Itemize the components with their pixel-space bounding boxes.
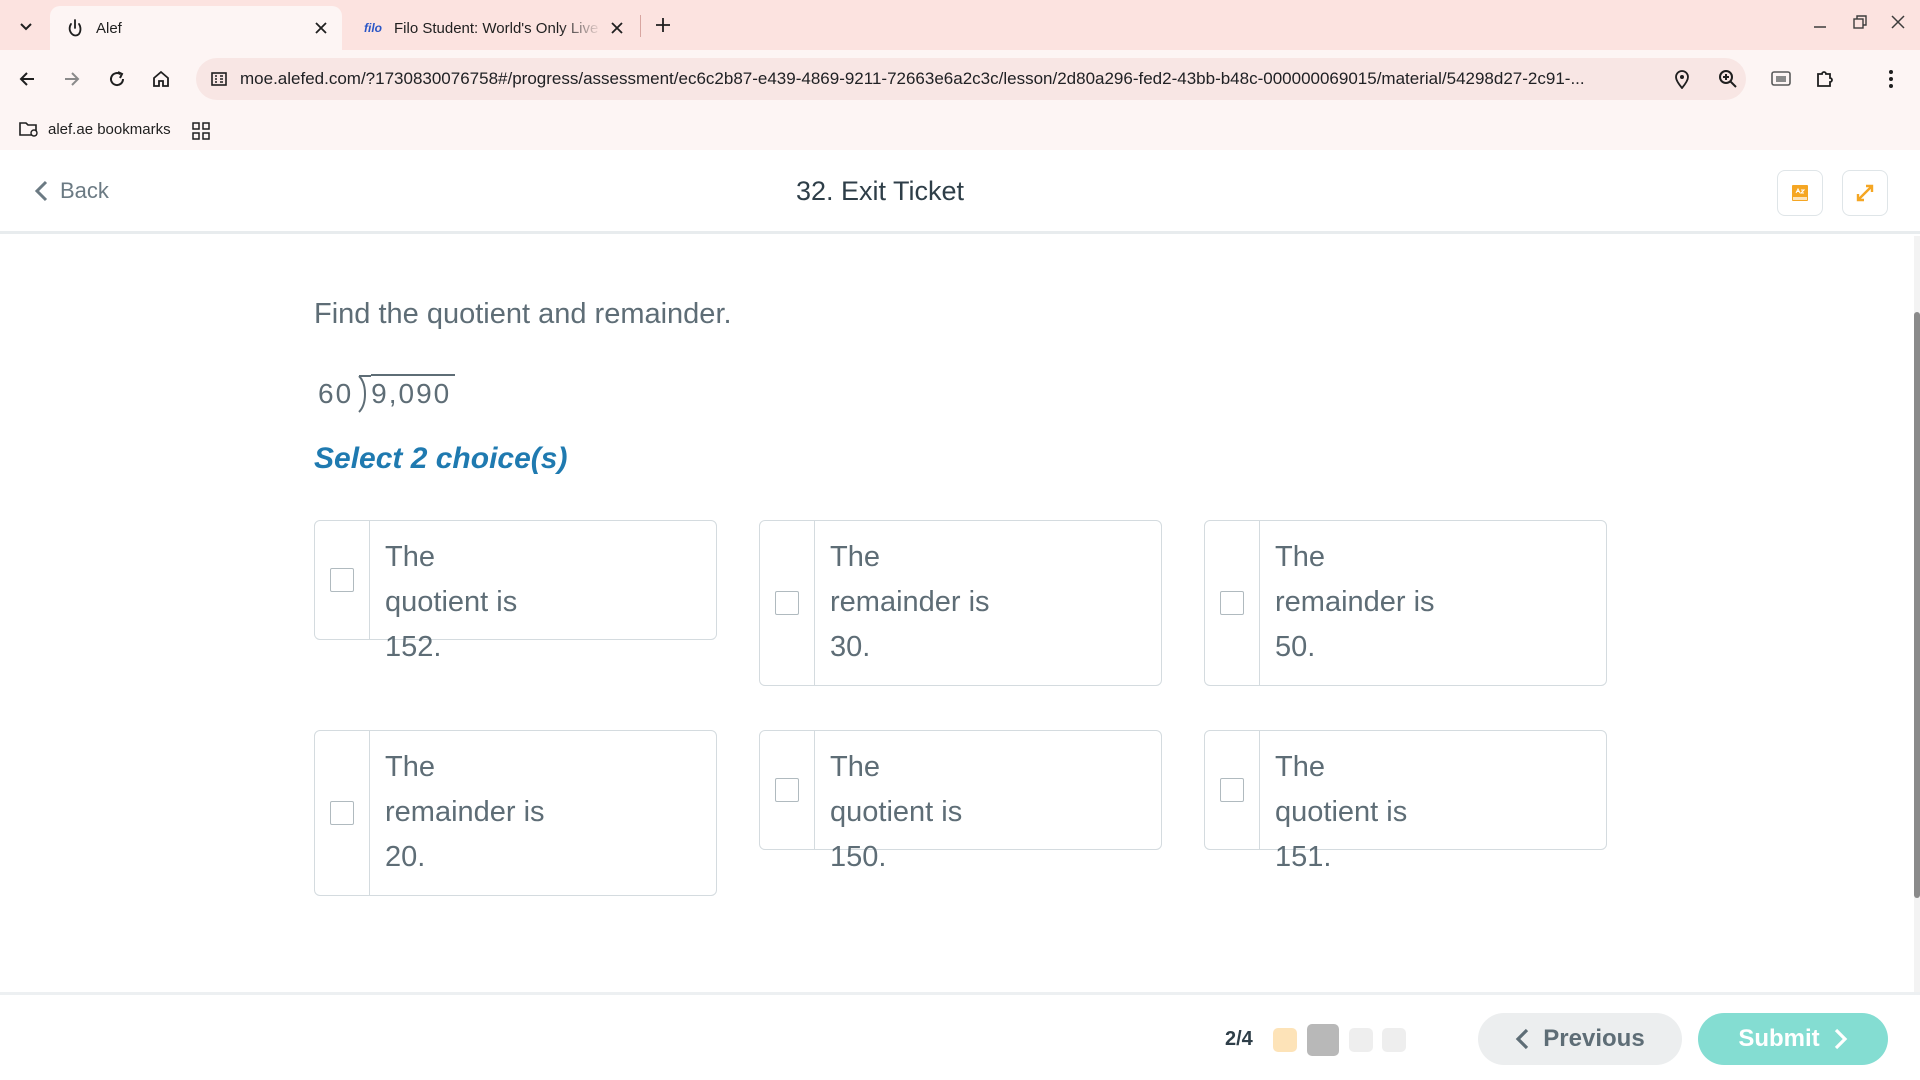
choice-option-2[interactable]: The remainder is 30. [759,520,1162,686]
puzzle-icon [1817,71,1833,87]
tab-alef[interactable]: Alef [50,6,342,50]
arrow-right-icon [65,72,80,86]
checkbox[interactable] [330,801,354,825]
cast-button[interactable] [1764,62,1798,96]
page-title: 32. Exit Ticket [795,176,965,206]
glossary-button[interactable] [1777,170,1823,216]
checkbox[interactable] [330,568,354,592]
reload-icon [110,71,125,87]
url-text[interactable]: moe.alefed.com/?1730830076758#/progress/… [240,58,1660,100]
previous-button[interactable]: Previous [1478,1013,1682,1065]
browser-forward-button[interactable] [55,62,89,96]
choice-option-6[interactable]: The quotient is 151. [1204,730,1607,873]
tab-title: Filo Student: World's Only Live Instant … [394,19,602,37]
chevron-left-icon [1515,1028,1529,1050]
checkbox-cell[interactable] [1205,521,1260,685]
submit-button[interactable]: Submit [1698,1013,1888,1065]
progress-dot-3[interactable] [1349,1028,1373,1052]
choice-text: The remainder is 50. [1275,541,1435,663]
dividend: 9,090 [371,374,456,410]
submit-label: Submit [1738,1025,1820,1052]
checkbox-cell[interactable] [760,731,815,849]
previous-label: Previous [1543,1025,1645,1052]
checkbox[interactable] [1220,591,1244,615]
checkbox-cell[interactable] [315,731,370,895]
scrollbar-thumb[interactable] [1914,312,1920,898]
address-bar[interactable]: moe.alefed.com/?1730830076758#/progress/… [196,58,1746,100]
bookmark-label: alef.ae bookmarks [48,120,171,138]
checkbox[interactable] [775,591,799,615]
plus-icon [656,18,670,32]
glossary-icon [1792,185,1808,201]
choice-option-1[interactable]: The quotient is 152. [314,520,717,663]
alef-favicon [64,19,86,37]
fullscreen-button[interactable] [1842,170,1888,216]
site-info-icon[interactable] [208,68,230,90]
choice-text: The quotient is 150. [830,751,963,873]
zoom-icon[interactable] [1716,67,1740,91]
minimize-button[interactable] [1802,8,1838,36]
choice-option-3[interactable]: The remainder is 50. [1204,520,1607,686]
bookmark-folder-icon [18,120,40,138]
new-tab-button[interactable] [648,9,678,41]
browser-menu-button[interactable] [1874,62,1908,96]
chevron-right-icon [1834,1028,1848,1050]
checkbox-cell[interactable] [315,521,370,639]
browser-back-button[interactable] [10,62,44,96]
divisor: 60 [318,378,354,409]
minimize-icon [1814,26,1826,28]
choice-text: The quotient is 152. [385,541,518,663]
fullscreen-icon [1856,184,1874,202]
reload-button[interactable] [100,62,134,96]
tab-search-button[interactable] [10,10,42,42]
extensions-button[interactable] [1808,62,1842,96]
tab-separator [640,15,641,37]
progress-dot-1[interactable] [1273,1028,1297,1052]
long-division: 60 9,090 [318,374,456,414]
progress-count: 2/4 [1225,1028,1253,1050]
checkbox-cell[interactable] [1205,731,1260,849]
browser-tab-strip: Alef filo Filo Student: World's Only Liv… [0,0,1920,50]
choice-text: The quotient is 151. [1275,751,1408,873]
arrow-left-icon [19,72,34,86]
bookmark-folder-alef[interactable]: alef.ae bookmarks [18,116,171,142]
assessment-footer: 2/4 Previous Submit [0,992,1920,1080]
progress-dot-2[interactable] [1307,1024,1339,1056]
checkbox[interactable] [775,778,799,802]
apps-button[interactable] [190,120,212,142]
choice-text: The remainder is 30. [830,541,990,663]
choice-option-4[interactable]: The remainder is 20. [314,730,717,896]
filo-favicon: filo [364,21,382,35]
tab-close-button[interactable] [306,13,336,43]
select-instruction: Select 2 choice(s) [314,442,568,475]
close-icon [611,22,623,34]
tab-title: Alef [96,19,122,37]
choice-text: The remainder is 20. [385,751,545,873]
progress-dot-4[interactable] [1382,1028,1406,1052]
lesson-header: Back 32. Exit Ticket [0,150,1920,234]
division-bracket [357,374,372,414]
home-icon [153,70,169,87]
checkbox-cell[interactable] [760,521,815,685]
restore-button[interactable] [1842,8,1878,36]
question-prompt: Find the quotient and remainder. [314,298,732,330]
window-close-button[interactable] [1880,8,1916,36]
bookmarks-bar: alef.ae bookmarks [0,108,1920,150]
cast-icon [1771,71,1791,86]
checkbox[interactable] [1220,778,1244,802]
chevron-down-icon [20,23,32,31]
close-icon [315,22,327,34]
browser-toolbar: moe.alefed.com/?1730830076758#/progress/… [0,50,1920,108]
tab-filo[interactable]: filo Filo Student: World's Only Live Ins… [348,6,638,50]
more-vertical-icon [1889,70,1893,88]
location-icon[interactable] [1670,67,1694,91]
close-icon [1891,15,1905,29]
grid-icon [192,122,210,140]
restore-icon [1853,15,1867,29]
choice-option-5[interactable]: The quotient is 150. [759,730,1162,873]
tab-close-button[interactable] [602,13,632,43]
home-button[interactable] [144,62,178,96]
